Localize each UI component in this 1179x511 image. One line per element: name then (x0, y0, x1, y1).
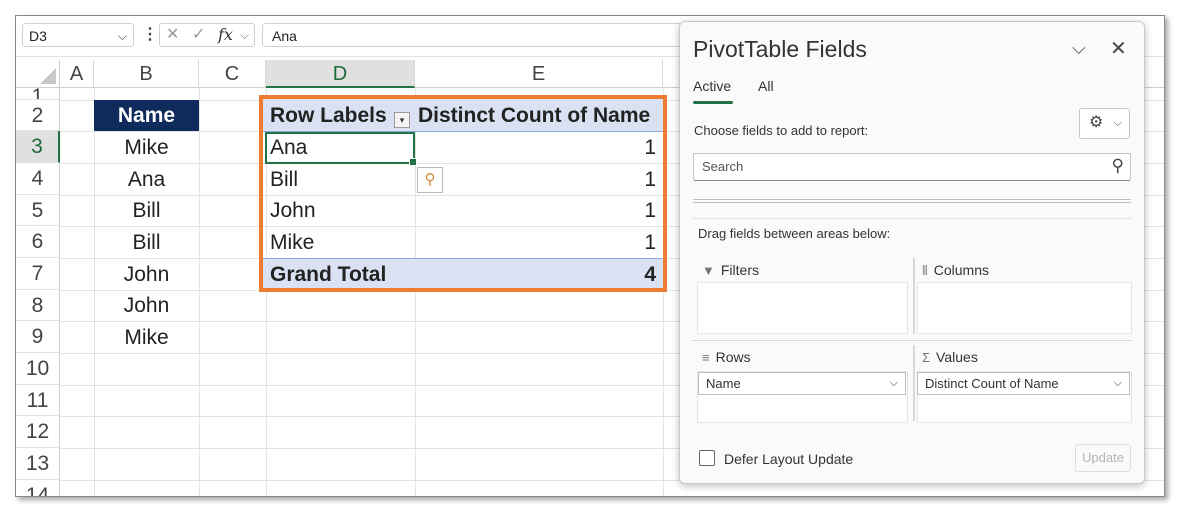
defer-label: Defer Layout Update (724, 451, 854, 467)
chevron-down-icon[interactable]: ⌵ (118, 24, 127, 48)
active-tab-underline (693, 101, 733, 104)
divider (693, 199, 1131, 200)
drag-fields-label: Drag fields between areas below: (698, 226, 891, 241)
column-header-b[interactable]: B (94, 60, 199, 88)
values-field-label: Distinct Count of Name (925, 376, 1059, 391)
area-divider (693, 340, 1131, 341)
enter-icon[interactable]: ✓ (192, 24, 205, 46)
formula-buttons: ✕ ✓ fx ⌵ (159, 23, 255, 47)
values-field-distinct-count[interactable]: Distinct Count of Name ⌵ (917, 372, 1130, 395)
quick-analysis-icon[interactable]: ⚲ (417, 167, 443, 193)
columns-area-label: ⦀ Columns (922, 262, 989, 279)
row-header-13[interactable]: 13 (16, 448, 60, 480)
pane-title: PivotTable Fields (693, 36, 867, 62)
active-cell-d3[interactable] (265, 132, 417, 166)
column-header-d[interactable]: D (266, 60, 415, 88)
values-label: Values (936, 349, 978, 365)
search-placeholder: Search (702, 159, 744, 174)
rows-label: Rows (715, 349, 751, 365)
area-divider (913, 258, 915, 334)
cancel-icon[interactable]: ✕ (166, 24, 179, 46)
cell-b9[interactable]: Mike (94, 322, 199, 353)
cell-b7[interactable]: John (94, 259, 199, 290)
divider (693, 218, 1131, 219)
row-header-1[interactable]: 1 (16, 88, 60, 100)
insert-function-icon[interactable]: fx (218, 24, 233, 46)
name-box-value: D3 (29, 28, 47, 44)
defer-checkbox[interactable] (699, 450, 715, 466)
pivot-highlight-border (259, 95, 667, 292)
rows-area-label: ≡ Rows (702, 349, 751, 365)
row-header-3[interactable]: 3 (16, 131, 60, 163)
rows-field-name[interactable]: Name ⌵ (698, 372, 906, 395)
tab-all[interactable]: All (758, 78, 774, 94)
chevron-down-icon[interactable]: ⌵ (1114, 373, 1122, 394)
fill-handle[interactable] (409, 158, 417, 166)
row-header-11[interactable]: 11 (16, 385, 60, 416)
excel-window: D3 ⌵ ⋮ ✕ ✓ fx ⌵ Ana A B C D E 1 2 3 4 5 … (15, 15, 1165, 497)
row-header-14[interactable]: 14 (16, 480, 60, 496)
select-all-corner[interactable] (16, 60, 60, 88)
area-divider (913, 345, 915, 421)
rows-field-label: Name (706, 376, 741, 391)
choose-fields-label: Choose fields to add to report: (694, 123, 869, 138)
filter-icon: ▼ (702, 263, 715, 278)
gear-icon: ⚙ (1089, 114, 1104, 131)
row-header-12[interactable]: 12 (16, 416, 60, 448)
cell-b4[interactable]: Ana (94, 164, 199, 195)
sigma-icon: Σ (922, 350, 931, 365)
row-header-9[interactable]: 9 (16, 321, 60, 353)
row-header-10[interactable]: 10 (16, 353, 60, 385)
chevron-down-icon[interactable]: ⌵ (890, 373, 898, 394)
row-header-4[interactable]: 4 (16, 163, 60, 195)
cell-b6[interactable]: Bill (94, 227, 199, 258)
formula-input[interactable]: Ana (262, 23, 682, 47)
defer-layout-update[interactable]: Defer Layout Update (699, 450, 853, 467)
values-area-label: Σ Values (922, 349, 978, 365)
row-header-6[interactable]: 6 (16, 226, 60, 258)
update-button[interactable]: Update (1075, 444, 1131, 472)
tools-button[interactable]: ⚙ ⌵ (1079, 108, 1130, 139)
close-icon[interactable]: ✕ (1110, 36, 1127, 61)
column-header-c[interactable]: C (199, 60, 266, 88)
row-header-7[interactable]: 7 (16, 258, 60, 290)
column-header-e[interactable]: E (415, 60, 663, 88)
chevron-down-icon[interactable]: ⌵ (1072, 38, 1086, 59)
tab-active[interactable]: Active (693, 78, 731, 94)
filters-label: Filters (720, 262, 759, 278)
cell-b8[interactable]: John (94, 290, 199, 321)
field-search-input[interactable]: Search ⚲ (693, 153, 1131, 181)
chevron-down-icon: ⌵ (1113, 117, 1122, 129)
cell-b3[interactable]: Mike (94, 132, 199, 163)
rows-icon: ≡ (702, 350, 710, 365)
cell-b2-header[interactable]: Name (94, 100, 199, 131)
divider (693, 202, 1131, 203)
columns-icon: ⦀ (922, 263, 928, 278)
pivottable-fields-pane: PivotTable Fields ⌵ ✕ Active All Choose … (679, 21, 1145, 484)
column-header-a[interactable]: A (60, 60, 94, 88)
name-box[interactable]: D3 ⌵ (22, 23, 134, 47)
columns-drop-area[interactable] (917, 282, 1132, 334)
row-header-8[interactable]: 8 (16, 290, 60, 321)
row-header-5[interactable]: 5 (16, 195, 60, 226)
filters-area-label: ▼ Filters (702, 262, 759, 278)
filters-drop-area[interactable] (697, 282, 908, 334)
cell-b5[interactable]: Bill (94, 195, 199, 226)
row-header-2[interactable]: 2 (16, 100, 60, 131)
more-options-icon[interactable]: ⋮ (142, 24, 158, 44)
search-icon[interactable]: ⚲ (1112, 153, 1124, 179)
columns-label: Columns (933, 262, 989, 278)
chevron-down-icon[interactable]: ⌵ (240, 24, 249, 46)
